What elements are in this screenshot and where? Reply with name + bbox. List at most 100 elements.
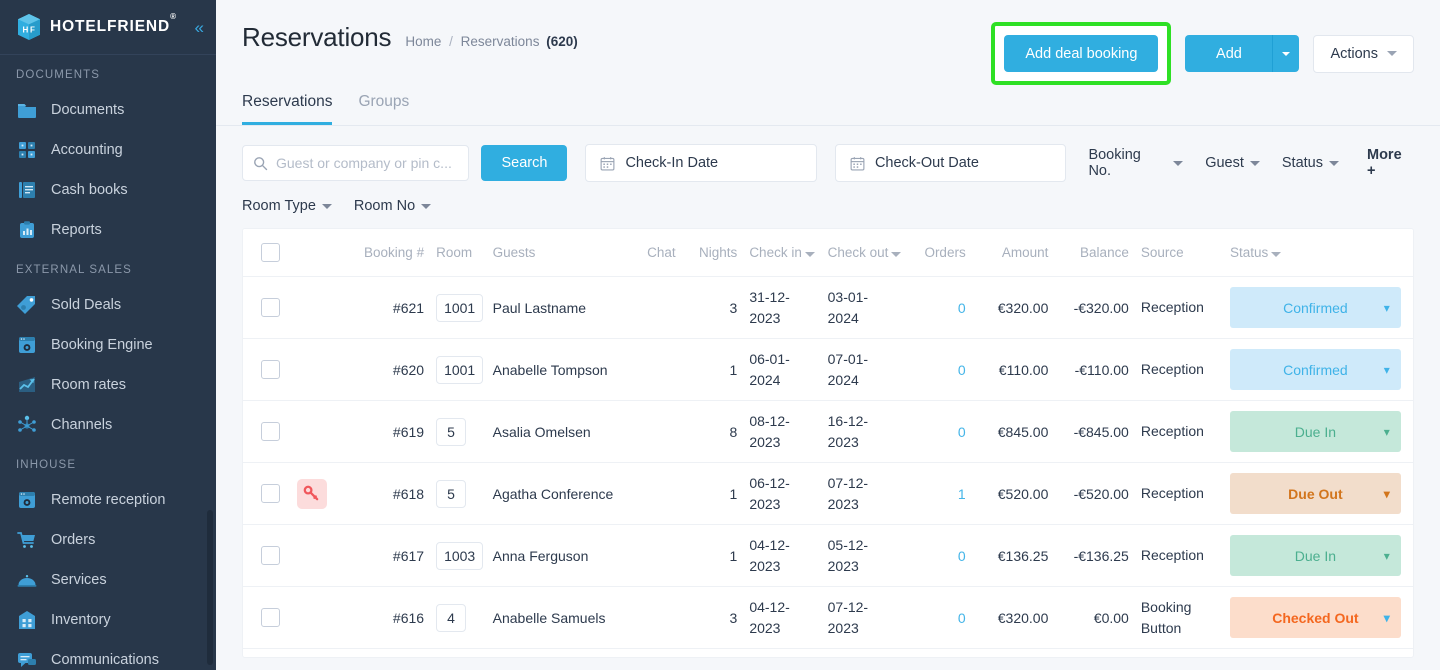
header-check-out[interactable]: Check out	[821, 229, 907, 277]
sidebar-item-sold-deals[interactable]: Sold Deals	[0, 285, 216, 325]
table-row[interactable]: #616 4 Anabelle Samuels 3 04-12- 2023 07-12- 20…	[243, 586, 1413, 649]
search-button[interactable]: Search	[481, 145, 568, 181]
select-all-checkbox[interactable]	[261, 243, 280, 262]
sidebar-item-booking-engine[interactable]: Booking Engine	[0, 325, 216, 365]
search-box[interactable]	[242, 145, 470, 181]
filter-status[interactable]: Status	[1282, 155, 1339, 171]
header-source[interactable]: Source	[1134, 229, 1225, 277]
cell-booking-number[interactable]: #617	[349, 524, 431, 587]
sidebar-scrollbar-thumb[interactable]	[207, 510, 213, 665]
header-nights[interactable]: Nights	[688, 229, 744, 277]
cell-chat[interactable]	[641, 338, 689, 401]
sidebar-item-label: Remote reception	[51, 492, 166, 508]
sidebar-item-documents[interactable]: Documents	[0, 90, 216, 130]
cell-chat[interactable]	[641, 276, 689, 339]
header-chat[interactable]: Chat	[641, 229, 689, 277]
cell-guest-name[interactable]: Agatha Conference	[486, 462, 642, 525]
header-extra-column[interactable]: S	[1406, 229, 1413, 277]
row-checkbox[interactable]	[261, 298, 280, 317]
table-row[interactable]: #621 1001 Paul Lastname 3 31-12- 2023 03-01- 20…	[243, 276, 1413, 339]
cell-booking-number[interactable]: #616	[349, 586, 431, 649]
table-row[interactable]: #617 1003 Anna Ferguson 1 04-12- 2023 05-12- 20…	[243, 524, 1413, 587]
room-number-pill[interactable]: 1001	[436, 293, 484, 322]
header-orders[interactable]: Orders	[906, 229, 972, 277]
status-badge[interactable]: Confirmed ▾	[1230, 349, 1401, 390]
cell-chat[interactable]	[641, 462, 689, 525]
sidebar-item-orders[interactable]: Orders	[0, 520, 216, 560]
orders-link[interactable]: 1	[958, 486, 966, 502]
sidebar-item-channels[interactable]: Channels	[0, 405, 216, 445]
cell-guest-name[interactable]: Paul Lastname	[486, 276, 642, 339]
add-dropdown-toggle[interactable]	[1273, 35, 1300, 72]
channels-network-icon	[18, 415, 36, 432]
status-badge[interactable]: Due In ▾	[1230, 411, 1401, 452]
header-guests[interactable]: Guests	[486, 229, 642, 277]
orders-link[interactable]: 0	[958, 424, 966, 440]
key-icon[interactable]	[296, 478, 327, 509]
check-out-date-picker[interactable]: Check-Out Date	[834, 144, 1067, 182]
sidebar-item-communications[interactable]: Communications	[0, 640, 216, 670]
cell-booking-number[interactable]: #620	[349, 338, 431, 401]
breadcrumb-reservations[interactable]: Reservations	[461, 34, 540, 49]
more-filters-button[interactable]: More +	[1367, 147, 1414, 179]
tab-reservations[interactable]: Reservations	[242, 93, 333, 125]
cell-amount: €136.25	[971, 524, 1055, 587]
room-number-pill[interactable]: 1003	[436, 541, 484, 570]
check-in-date-picker[interactable]: Check-In Date	[585, 144, 817, 182]
table-row[interactable]: #618 5 Agatha Conference 1 06-12- 2023 07-12- 2…	[243, 462, 1413, 525]
filter-room-type[interactable]: Room Type	[242, 198, 332, 214]
orders-link[interactable]: 0	[958, 610, 966, 626]
cell-guest-name[interactable]: Anna Ferguson	[486, 524, 642, 587]
header-check-in[interactable]: Check in	[743, 229, 822, 277]
table-row[interactable]: #620 1001 Anabelle Tompson 1 06-01- 2024 07-01…	[243, 338, 1413, 401]
tab-groups[interactable]: Groups	[358, 93, 409, 125]
add-button[interactable]: Add	[1185, 35, 1274, 72]
cell-booking-number[interactable]: #618	[349, 462, 431, 525]
sidebar-item-services[interactable]: Services	[0, 560, 216, 600]
filter-booking-no[interactable]: Booking No.	[1088, 147, 1184, 179]
add-deal-booking-button[interactable]: Add deal booking	[1004, 35, 1159, 72]
row-checkbox[interactable]	[261, 484, 280, 503]
sidebar-item-inventory[interactable]: Inventory	[0, 600, 216, 640]
search-input[interactable]	[276, 155, 459, 171]
room-number-pill[interactable]: 1001	[436, 355, 484, 384]
cell-guest-name[interactable]: Anabelle Samuels	[486, 586, 642, 649]
sidebar-item-cash-books[interactable]: Cash books	[0, 170, 216, 210]
cell-booking-number[interactable]: #621	[349, 276, 431, 339]
sidebar-item-remote-reception[interactable]: Remote reception	[0, 480, 216, 520]
header-status[interactable]: Status	[1224, 229, 1407, 277]
cell-guest-name[interactable]: Asalia Omelsen	[486, 400, 642, 463]
sidebar-item-room-rates[interactable]: Room rates	[0, 365, 216, 405]
room-number-pill[interactable]: 4	[436, 603, 467, 632]
row-checkbox[interactable]	[261, 546, 280, 565]
cell-guest-name[interactable]: Anabelle Tompson	[486, 338, 642, 401]
status-badge[interactable]: Confirmed ▾	[1230, 287, 1401, 328]
header-amount[interactable]: Amount	[971, 229, 1055, 277]
room-number-pill[interactable]: 5	[436, 417, 467, 446]
row-checkbox[interactable]	[261, 608, 280, 627]
cell-chat[interactable]	[641, 586, 689, 649]
filter-guest[interactable]: Guest	[1205, 155, 1260, 171]
cell-chat[interactable]	[641, 400, 689, 463]
sidebar-item-reports[interactable]: Reports	[0, 210, 216, 250]
status-badge[interactable]: Due In ▾	[1230, 535, 1401, 576]
room-number-pill[interactable]: 5	[436, 479, 467, 508]
chevron-double-left-icon[interactable]: «	[191, 19, 205, 36]
status-badge[interactable]: Due Out ▾	[1230, 473, 1401, 514]
orders-link[interactable]: 0	[958, 362, 966, 378]
breadcrumb-home[interactable]: Home	[405, 34, 441, 49]
row-checkbox[interactable]	[261, 422, 280, 441]
actions-button[interactable]: Actions	[1313, 34, 1414, 73]
sidebar-item-accounting[interactable]: Accounting	[0, 130, 216, 170]
header-room[interactable]: Room	[430, 229, 487, 277]
cell-chat[interactable]	[641, 524, 689, 587]
table-row[interactable]: #619 5 Asalia Omelsen 8 08-12- 2023 16-12- 2023…	[243, 400, 1413, 463]
header-balance[interactable]: Balance	[1054, 229, 1135, 277]
status-badge[interactable]: Checked Out ▾	[1230, 597, 1401, 638]
row-checkbox[interactable]	[261, 360, 280, 379]
header-booking-number[interactable]: Booking #	[349, 229, 431, 277]
cell-booking-number[interactable]: #619	[349, 400, 431, 463]
orders-link[interactable]: 0	[958, 300, 966, 316]
filter-room-no[interactable]: Room No	[354, 198, 432, 214]
orders-link[interactable]: 0	[958, 548, 966, 564]
